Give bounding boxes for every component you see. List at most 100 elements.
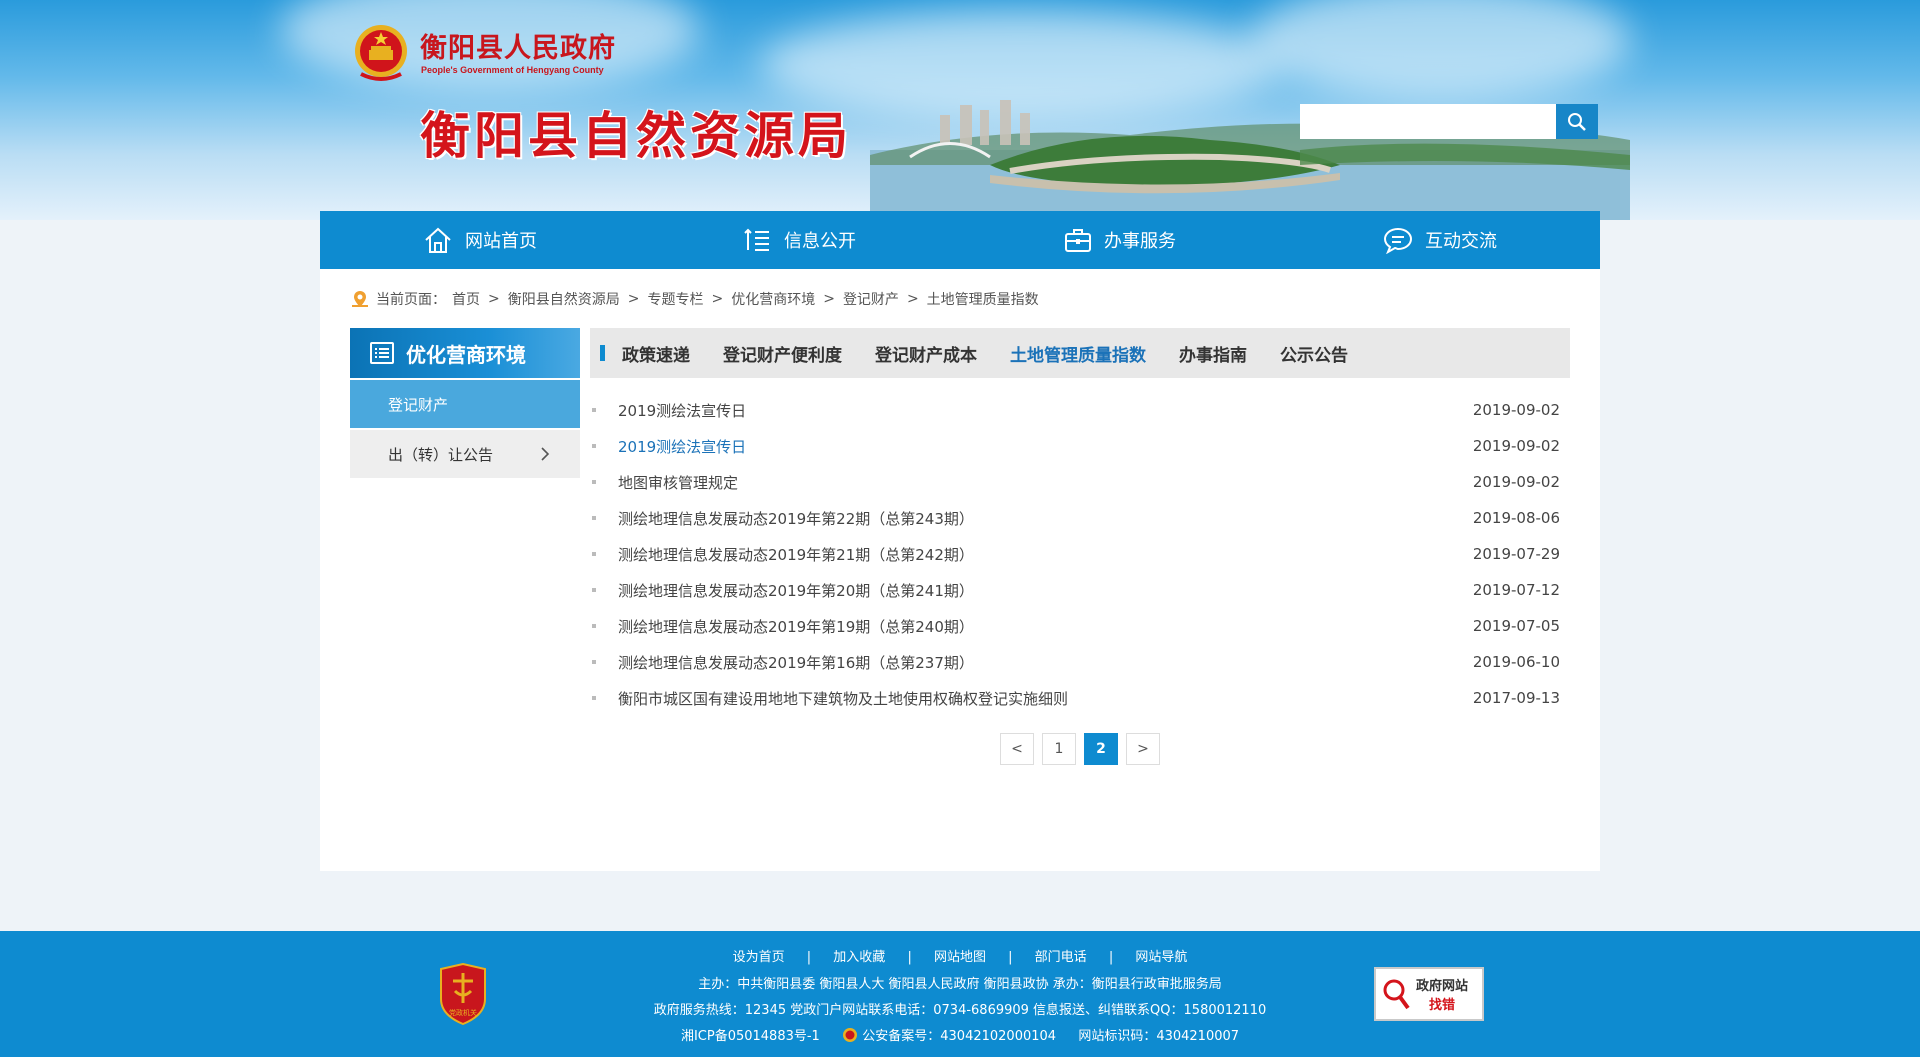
article-date: 2019-07-05 bbox=[1472, 617, 1560, 635]
header-banner: 衡阳县人民政府 People's Government of Hengyang … bbox=[0, 0, 1920, 220]
tab-registration-convenience[interactable]: 登记财产便利度 bbox=[723, 341, 842, 366]
article-title-link[interactable]: 地图审核管理规定 bbox=[618, 472, 1450, 493]
bullet bbox=[592, 696, 596, 700]
cloud-decoration bbox=[1250, 0, 1630, 100]
footer-link-bookmark[interactable]: 加入收藏 bbox=[833, 950, 885, 965]
breadcrumb-separator: > bbox=[488, 291, 500, 307]
category-tabs: 政策速递 登记财产便利度 登记财产成本 土地管理质量指数 办事指南 公示公告 bbox=[590, 328, 1570, 378]
bullet bbox=[592, 408, 596, 412]
list-item: 测绘地理信息发展动态2019年第22期（总第243期） 2019-08-06 bbox=[590, 500, 1570, 536]
sidebar-item-property-registration[interactable]: 登记财产 bbox=[350, 380, 580, 428]
article-date: 2019-09-02 bbox=[1472, 437, 1560, 455]
pagination: < 1 2 > bbox=[1000, 733, 1160, 765]
tab-policy[interactable]: 政策速递 bbox=[622, 341, 690, 366]
police-badge-icon bbox=[843, 1028, 858, 1042]
article-title-link[interactable]: 测绘地理信息发展动态2019年第20期（总第241期） bbox=[618, 580, 1450, 601]
sidebar-item-label: 登记财产 bbox=[388, 395, 449, 414]
breadcrumb-item[interactable]: 土地管理质量指数 bbox=[927, 289, 1039, 309]
chat-icon bbox=[1383, 227, 1413, 254]
article-date: 2019-08-06 bbox=[1472, 509, 1560, 527]
footer-sponsor: 主办：中共衡阳县委 衡阳县人大 衡阳县人民政府 衡阳县政协 承办：衡阳县行政审批… bbox=[698, 977, 1222, 992]
error-badge-line2: 找错 bbox=[1429, 998, 1456, 1013]
breadcrumb-item[interactable]: 首页 bbox=[452, 289, 480, 309]
tab-land-quality-index[interactable]: 土地管理质量指数 bbox=[1010, 341, 1146, 366]
article-title-link[interactable]: 2019测绘法宣传日 bbox=[618, 400, 1450, 421]
footer-link-site-nav[interactable]: 网站导航 bbox=[1135, 950, 1187, 965]
article-title-link[interactable]: 测绘地理信息发展动态2019年第21期（总第242期） bbox=[618, 544, 1450, 565]
article-date: 2019-07-12 bbox=[1472, 581, 1560, 599]
list-item: 测绘地理信息发展动态2019年第16期（总第237期） 2019-06-10 bbox=[590, 644, 1570, 680]
site-title: 衡阳县自然资源局 bbox=[420, 106, 852, 165]
gov-site-error-report-badge[interactable]: 政府网站 找错 bbox=[1374, 967, 1484, 1021]
chevron-right-icon bbox=[541, 447, 550, 461]
article-title-link[interactable]: 测绘地理信息发展动态2019年第16期（总第237期） bbox=[618, 652, 1450, 673]
bullet bbox=[592, 624, 596, 628]
bullet bbox=[592, 480, 596, 484]
breadcrumb-separator: > bbox=[711, 291, 724, 307]
search-button[interactable] bbox=[1556, 104, 1598, 139]
nav-item-service[interactable]: 办事服务 bbox=[960, 211, 1280, 269]
breadcrumb-prefix: 当前页面： bbox=[376, 292, 446, 308]
icp-record[interactable]: 湘ICP备05014883号-1 bbox=[681, 1029, 820, 1044]
nav-item-home[interactable]: 网站首页 bbox=[320, 211, 640, 269]
search-input[interactable] bbox=[1300, 104, 1556, 139]
breadcrumb-item[interactable]: 登记财产 bbox=[843, 289, 899, 309]
pagination-next-button[interactable]: > bbox=[1126, 733, 1160, 765]
nav-item-interaction[interactable]: 互动交流 bbox=[1280, 211, 1600, 269]
footer-link-separator: | bbox=[907, 950, 912, 965]
article-title-link[interactable]: 2019测绘法宣传日 bbox=[618, 436, 1450, 457]
breadcrumb-item[interactable]: 专题专栏 bbox=[647, 289, 703, 309]
list-item: 测绘地理信息发展动态2019年第19期（总第240期） 2019-07-05 bbox=[590, 608, 1570, 644]
breadcrumb-item[interactable]: 优化营商环境 bbox=[731, 289, 815, 309]
list-item: 衡阳市城区国有建设用地地下建筑物及土地使用权确权登记实施细则 2017-09-1… bbox=[590, 680, 1570, 716]
gov-name-english: People's Government of Hengyang County bbox=[421, 65, 604, 75]
site-id: 网站标识码：4304210007 bbox=[1078, 1029, 1240, 1044]
police-record[interactable]: 公安备案号：43042102000104 bbox=[862, 1029, 1056, 1044]
bullet bbox=[592, 660, 596, 664]
tabs-accent-bar bbox=[600, 345, 605, 361]
breadcrumb-item[interactable]: 衡阳县自然资源局 bbox=[508, 289, 620, 309]
article-date: 2019-07-29 bbox=[1472, 545, 1560, 563]
footer-link-sitemap[interactable]: 网站地图 bbox=[934, 950, 986, 965]
article-title-link[interactable]: 测绘地理信息发展动态2019年第19期（总第240期） bbox=[618, 616, 1450, 637]
breadcrumb: 当前页面： 首页 > 衡阳县自然资源局 > 专题专栏 > 优化营商环境 > 登记… bbox=[350, 289, 1039, 309]
list-item: 2019测绘法宣传日 2019-09-02 bbox=[590, 392, 1570, 428]
breadcrumb-separator: > bbox=[906, 291, 919, 307]
list-menu-icon bbox=[370, 342, 394, 364]
sidebar-item-transfer-notice[interactable]: 出（转）让公告 bbox=[350, 430, 580, 478]
magnifier-error-icon bbox=[1383, 979, 1410, 1010]
tab-registration-cost[interactable]: 登记财产成本 bbox=[875, 341, 977, 366]
article-title-link[interactable]: 衡阳市城区国有建设用地地下建筑物及土地使用权确权登记实施细则 bbox=[618, 688, 1450, 709]
footer-link-separator: | bbox=[1108, 950, 1114, 965]
content-panel: 当前页面： 首页 > 衡阳县自然资源局 > 专题专栏 > 优化营商环境 > 登记… bbox=[320, 269, 1600, 871]
pagination-current-page[interactable]: 2 bbox=[1084, 733, 1118, 765]
nav-label: 互动交流 bbox=[1425, 231, 1497, 252]
article-date: 2019-06-10 bbox=[1472, 653, 1560, 671]
breadcrumb-separator: > bbox=[823, 291, 835, 307]
list-icon bbox=[744, 228, 769, 251]
nav-label: 办事服务 bbox=[1104, 231, 1176, 252]
footer-link-separator: | bbox=[806, 950, 812, 965]
home-icon bbox=[425, 227, 451, 253]
gov-name: 衡阳县人民政府 bbox=[420, 33, 616, 64]
nav-item-info[interactable]: 信息公开 bbox=[640, 211, 960, 269]
search-icon bbox=[1568, 112, 1586, 131]
tab-service-guide[interactable]: 办事指南 bbox=[1179, 341, 1247, 366]
party-government-badge[interactable]: 党政机关 bbox=[437, 963, 489, 1025]
pagination-page-button[interactable]: 1 bbox=[1042, 733, 1076, 765]
nav-label: 网站首页 bbox=[465, 231, 537, 252]
article-date: 2019-09-02 bbox=[1472, 473, 1560, 491]
location-icon bbox=[352, 291, 368, 307]
article-title-link[interactable]: 测绘地理信息发展动态2019年第22期（总第243期） bbox=[618, 508, 1450, 529]
footer-links: 设为首页 | 加入收藏 | 网站地图 | 部门电话 | 网站导航 bbox=[0, 946, 1920, 965]
footer: 设为首页 | 加入收藏 | 网站地图 | 部门电话 | 网站导航 主办：中共衡阳… bbox=[0, 931, 1920, 1057]
party-badge-text: 党政机关 bbox=[449, 1008, 477, 1017]
footer-link-set-homepage[interactable]: 设为首页 bbox=[733, 950, 785, 965]
pagination-prev-button[interactable]: < bbox=[1000, 733, 1034, 765]
bullet bbox=[592, 588, 596, 592]
tab-announcements[interactable]: 公示公告 bbox=[1280, 341, 1348, 366]
list-item: 测绘地理信息发展动态2019年第21期（总第242期） 2019-07-29 bbox=[590, 536, 1570, 572]
footer-link-phones[interactable]: 部门电话 bbox=[1035, 950, 1087, 965]
sidebar-item-label: 出（转）让公告 bbox=[388, 445, 494, 464]
breadcrumb-separator: > bbox=[627, 291, 640, 307]
